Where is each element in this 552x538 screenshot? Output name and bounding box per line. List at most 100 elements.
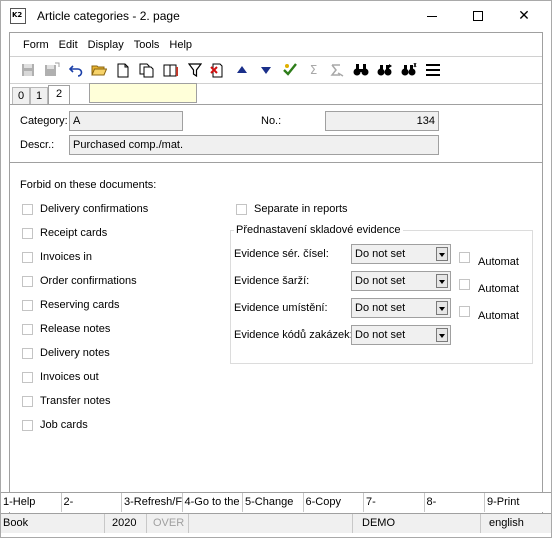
evidence-serial-select[interactable]: Do not set — [351, 244, 451, 264]
category-field[interactable]: A — [69, 111, 183, 131]
menu-help[interactable]: Help — [164, 37, 197, 55]
checkbox-job-cards[interactable]: Job cards — [22, 417, 88, 433]
checkbox-label: Invoices out — [40, 371, 99, 383]
checkbox-label: Job cards — [40, 419, 88, 431]
tab-2[interactable]: 2 — [48, 85, 70, 105]
clear-filter-icon[interactable] — [208, 60, 228, 80]
copy-icon[interactable] — [137, 60, 157, 80]
fkey-4[interactable]: 4-Go to the — [183, 493, 243, 512]
evidence-batch-select[interactable]: Do not set — [351, 271, 451, 291]
fkey-3[interactable]: 3-Refresh/F — [122, 493, 183, 512]
title-bar[interactable]: K2 Article categories - 2. page ✕ — [1, 1, 551, 32]
menu-display[interactable]: Display — [83, 37, 129, 55]
article-categories-window: K2 Article categories - 2. page ✕ Form E… — [0, 0, 552, 538]
undo-icon[interactable] — [66, 60, 86, 80]
checkbox-box[interactable] — [459, 251, 470, 263]
checkbox-invoices-in[interactable]: Invoices in — [22, 249, 92, 265]
fkey-1[interactable]: 1-Help — [1, 493, 62, 512]
checkbox-label: Automat — [478, 256, 519, 268]
checkbox-delivery-notes[interactable]: Delivery notes — [22, 345, 110, 361]
tab-divider — [10, 104, 542, 105]
checkbox-label: Invoices in — [40, 251, 92, 263]
checkbox-separate-in-reports[interactable]: Separate in reports — [236, 201, 348, 217]
checkbox-box[interactable] — [459, 278, 470, 290]
checkbox-label: Order confirmations — [40, 275, 137, 287]
fkey-5[interactable]: 5-Change — [243, 493, 304, 512]
open-folder-icon[interactable] — [89, 60, 109, 80]
minimize-icon — [427, 15, 437, 17]
save-icon[interactable] — [18, 60, 38, 80]
checkbox-automat-location[interactable]: Automat — [459, 303, 519, 322]
checkbox-label: Delivery confirmations — [40, 203, 149, 215]
status-database: DEMO — [353, 514, 481, 533]
evidence-order-codes-select[interactable]: Do not set — [351, 325, 451, 345]
checkbox-automat-batch[interactable]: Automat — [459, 276, 519, 295]
recalculate-icon[interactable] — [280, 60, 300, 80]
evidence-location-select[interactable]: Do not set — [351, 298, 451, 318]
evidence-serial-label: Evidence sér. čísel: — [234, 248, 329, 260]
checkbox-automat-serial[interactable]: Automat — [459, 249, 519, 268]
close-button[interactable]: ✕ — [501, 1, 547, 31]
checkbox-box[interactable] — [22, 251, 33, 263]
checkbox-invoices-out[interactable]: Invoices out — [22, 369, 99, 385]
maximize-button[interactable] — [455, 1, 501, 31]
filter-icon[interactable] — [185, 60, 205, 80]
checkbox-box[interactable] — [22, 419, 33, 431]
checkbox-box[interactable] — [22, 227, 33, 239]
save-as-icon[interactable] — [42, 60, 62, 80]
checkbox-box[interactable] — [236, 203, 247, 215]
find-icon[interactable] — [351, 60, 371, 80]
checkbox-box[interactable] — [22, 395, 33, 407]
sum-disabled-icon[interactable] — [327, 60, 347, 80]
form-area: Form Edit Display Tools Help Σ 0 1 2 Cat… — [9, 32, 543, 532]
checkbox-box[interactable] — [22, 299, 33, 311]
find-next-icon[interactable] — [375, 60, 395, 80]
tab-hint-field — [89, 83, 197, 103]
chevron-down-icon[interactable] — [436, 301, 448, 315]
checkbox-receipt-cards[interactable]: Receipt cards — [22, 225, 107, 241]
fkey-8[interactable]: 8- — [425, 493, 485, 512]
fkey-6[interactable]: 6-Copy — [304, 493, 364, 512]
status-year: 2020 — [105, 514, 147, 533]
checkbox-transfer-notes[interactable]: Transfer notes — [22, 393, 111, 409]
checkbox-label: Reserving cards — [40, 299, 120, 311]
checkbox-label: Automat — [478, 310, 519, 322]
checkbox-delivery-confirmations[interactable]: Delivery confirmations — [22, 201, 148, 217]
checkbox-release-notes[interactable]: Release notes — [22, 321, 110, 337]
k2-app-icon: K2 — [10, 8, 26, 24]
tab-1[interactable]: 1 — [30, 87, 48, 105]
checkbox-reserving-cards[interactable]: Reserving cards — [22, 297, 119, 313]
fkey-2[interactable]: 2- — [62, 493, 122, 512]
move-down-icon[interactable] — [256, 60, 276, 80]
book-icon[interactable] — [161, 60, 181, 80]
checkbox-box[interactable] — [22, 203, 33, 215]
chevron-down-icon[interactable] — [436, 247, 448, 261]
menu-tools[interactable]: Tools — [129, 37, 165, 55]
move-up-icon[interactable] — [232, 60, 252, 80]
category-label: Category: — [20, 115, 68, 127]
menu-edit[interactable]: Edit — [54, 37, 83, 55]
chevron-down-icon[interactable] — [436, 274, 448, 288]
checkbox-order-confirmations[interactable]: Order confirmations — [22, 273, 137, 289]
chevron-down-icon[interactable] — [436, 328, 448, 342]
checkbox-label: Receipt cards — [40, 227, 108, 239]
find-replace-icon[interactable] — [399, 60, 419, 80]
checkbox-box[interactable] — [22, 323, 33, 335]
tab-0[interactable]: 0 — [12, 87, 30, 105]
minimize-button[interactable] — [409, 1, 455, 31]
no-field[interactable]: 134 — [325, 111, 439, 131]
sum-icon[interactable]: Σ — [304, 60, 324, 80]
menu-form[interactable]: Form — [18, 37, 54, 55]
status-empty — [189, 514, 353, 533]
list-icon[interactable] — [423, 60, 443, 80]
checkbox-box[interactable] — [459, 305, 470, 317]
new-document-icon[interactable] — [113, 60, 133, 80]
evidence-batch-label: Evidence šarží: — [234, 275, 310, 287]
descr-field[interactable]: Purchased comp./mat. — [69, 135, 439, 155]
fkey-9[interactable]: 9-Print — [485, 493, 546, 512]
fkey-7[interactable]: 7- — [364, 493, 425, 512]
checkbox-box[interactable] — [22, 347, 33, 359]
menu-divider — [10, 56, 542, 57]
checkbox-box[interactable] — [22, 371, 33, 383]
checkbox-box[interactable] — [22, 275, 33, 287]
